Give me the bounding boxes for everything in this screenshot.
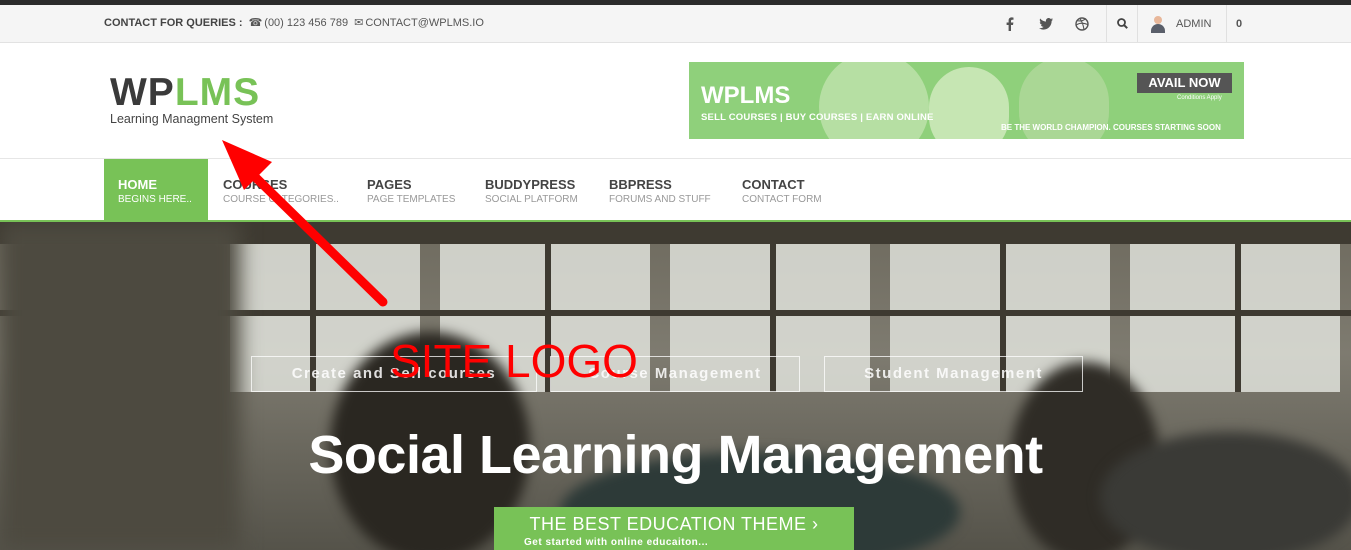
annotation-arrow — [222, 140, 388, 307]
